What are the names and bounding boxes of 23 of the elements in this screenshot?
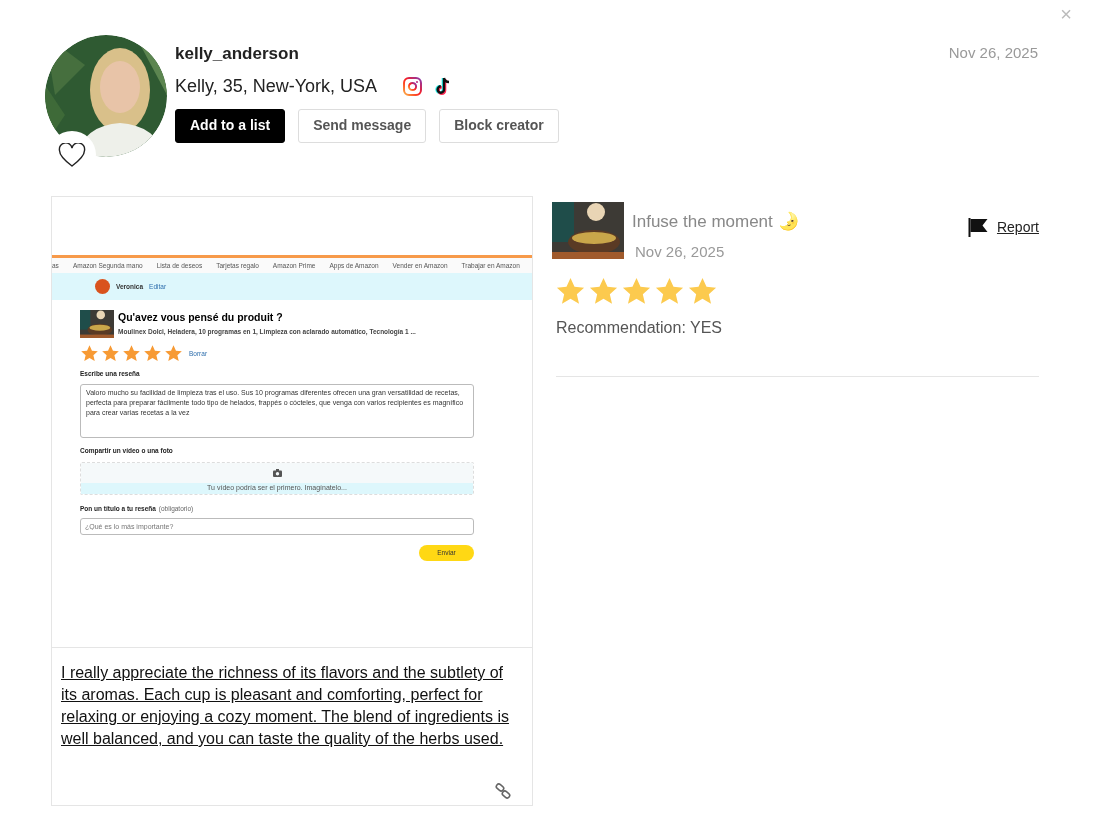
user-avatar bbox=[95, 279, 110, 294]
comment-text: I really appreciate the richness of its flavors and the subtlety of its aromas. Each cup is pleasant and comforting, perfect for relaxing or enjoying a cozy moment. The blend of ingredients is well balanced, and you can taste the quality of the herbs used. bbox=[60, 663, 510, 749]
link-icon[interactable] bbox=[495, 783, 511, 799]
action-button[interactable]: Send message bbox=[298, 108, 427, 143]
add-to-list-button[interactable]: Add to a list bbox=[175, 108, 286, 143]
username: kelly_anderson bbox=[175, 43, 299, 65]
form-heading: Qu'avez vous pensé du produit ? bbox=[118, 310, 284, 325]
star-icon bbox=[80, 344, 99, 363]
star-icon bbox=[164, 344, 183, 363]
flag-icon bbox=[967, 218, 988, 237]
report-link[interactable]: Report bbox=[996, 217, 1039, 238]
product-title: Infuse the moment 🌛 bbox=[632, 211, 799, 233]
profile-details: Kelly, 35, New-York, USA bbox=[175, 74, 378, 98]
profile-date: Nov 26, 2025 bbox=[948, 43, 1038, 63]
star-icon bbox=[101, 344, 120, 363]
star-icon bbox=[143, 344, 162, 363]
action-button[interactable]: Block creator bbox=[439, 108, 559, 143]
recommendation: Recommendation: YES bbox=[556, 318, 723, 338]
review-date: Nov 26, 2025 bbox=[635, 241, 726, 262]
heart-icon bbox=[58, 142, 86, 168]
instagram-icon[interactable] bbox=[403, 76, 423, 96]
star-icon bbox=[122, 344, 141, 363]
camera-icon bbox=[272, 468, 282, 477]
